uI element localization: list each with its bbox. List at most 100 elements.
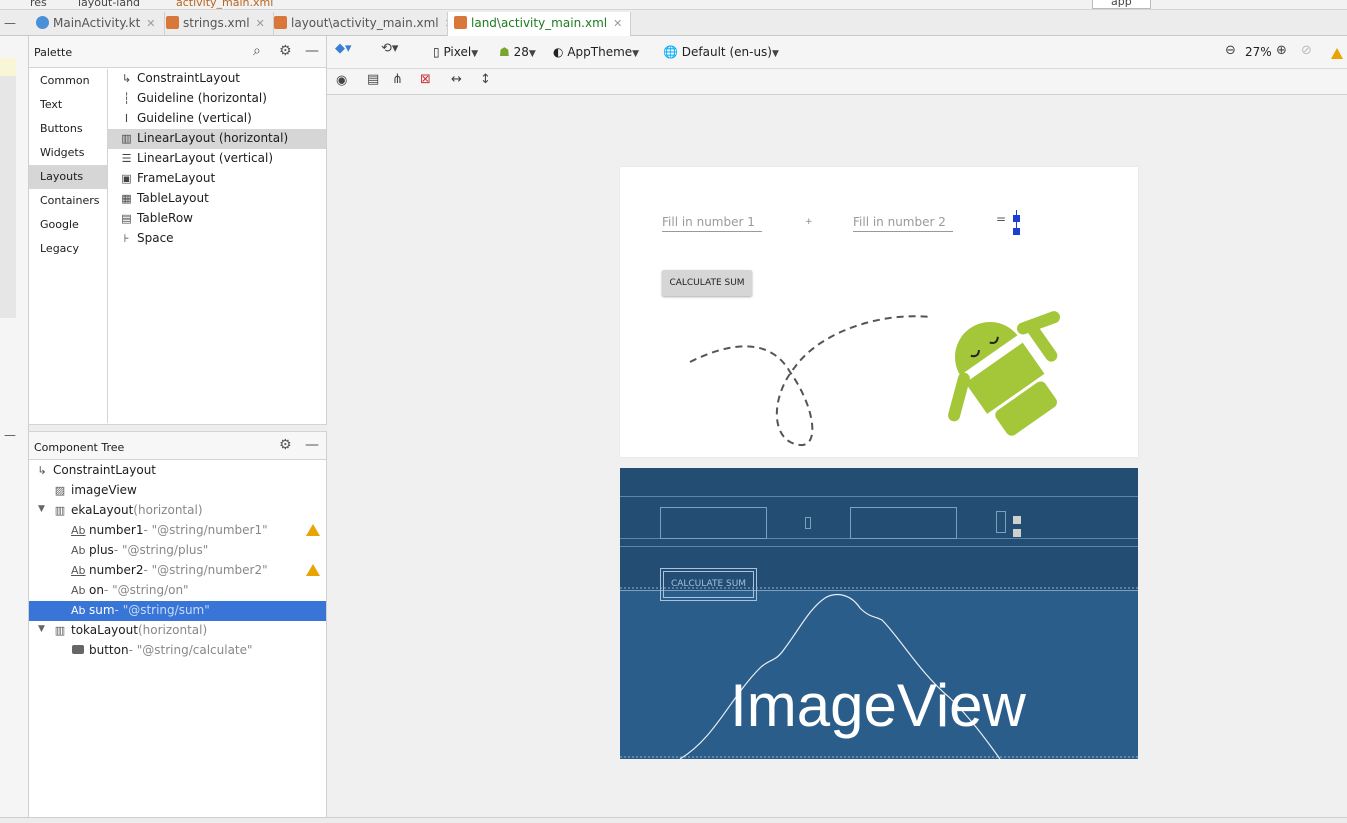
warning-icon[interactable] [1331,48,1343,59]
breadcrumb-layout-land[interactable]: layout-land [78,0,140,9]
tree-row-ref: - "@string/on" [103,583,189,597]
tree-row-button[interactable]: button- "@string/calculate" [29,641,326,661]
space-icon: ⊦ [123,232,130,245]
warning-icon[interactable] [306,524,320,536]
zoom-fit-icon[interactable]: ⊘ [1301,43,1312,58]
tree-row-number2[interactable]: Ab number2- "@string/number2" [29,561,326,581]
orientation-icon[interactable]: ⟲▾ [381,41,398,56]
palette-item-linearlayout-vertical[interactable]: ☰ LinearLayout (vertical) [108,149,326,169]
tree-row-constraintlayout[interactable]: ↳ ConstraintLayout [29,461,326,481]
tree-row-name: ConstraintLayout [53,463,157,477]
tree-row-name: ekaLayout [71,503,134,517]
close-icon[interactable]: ✕ [613,17,622,30]
gear-icon[interactable]: ⚙ [279,43,292,59]
textview-icon: Ab [71,544,86,557]
category-text[interactable]: Text [29,93,107,117]
palette-item-guideline-horizontal[interactable]: ┆ Guideline (horizontal) [108,89,326,109]
tree-row-tokalayout[interactable]: ▼ ▥ tokaLayout(horizontal) [29,621,326,641]
palette-categories: Common Text Buttons Widgets Layouts Cont… [29,69,108,423]
tree-row-plus[interactable]: Ab plus- "@string/plus" [29,541,326,561]
tab-mainactivity[interactable]: MainActivity.kt ✕ [30,12,165,36]
table-icon: ▦ [121,192,132,205]
palette-item-guideline-vertical[interactable]: Ⅰ Guideline (vertical) [108,109,326,129]
category-buttons[interactable]: Buttons [29,117,107,141]
zoom-in-icon[interactable]: ⊕ [1276,43,1287,58]
tree-row-ref: - "@string/number1" [143,523,268,537]
eye-icon[interactable]: ◉ [336,73,347,88]
palette-item-space[interactable]: ⊦ Space [108,229,326,249]
run-config-select[interactable]: app [1092,0,1151,9]
tree-row-sum[interactable]: Ab sum- "@string/sum" [29,601,326,621]
palette-item-tablelayout[interactable]: ▦ TableLayout [108,189,326,209]
design-toolbar: ◆▾ ⟲▾ ▯ Pixel▼ ☗ 28▼ ◐ AppTheme▼ 🌐 Defau… [327,36,1347,69]
xml-file-icon [454,16,467,29]
api-select[interactable]: ☗ 28▼ [499,45,536,59]
breadcrumb-file[interactable]: activity_main.xml [176,0,273,9]
expand-vertical-icon[interactable]: ↕ [480,72,491,87]
expand-horizontal-icon[interactable]: ↔ [451,72,462,87]
device-select[interactable]: ▯ Pixel▼ [433,45,478,59]
guideline-horizontal-icon: ┆ [123,92,130,105]
palette-item-tablerow[interactable]: ▤ TableRow [108,209,326,229]
category-legacy[interactable]: Legacy [29,237,107,261]
breadcrumb-res[interactable]: res [30,0,47,9]
item-label: TableRow [137,211,193,225]
palette-items: ↳ ConstraintLayout ┆ Guideline (horizontal… [108,69,326,249]
category-layouts[interactable]: Layouts [29,165,107,189]
category-containers[interactable]: Containers [29,189,107,213]
minimize-icon[interactable]: — [4,16,16,30]
xml-file-icon [274,16,287,29]
minimize-icon[interactable]: — [4,428,16,442]
palette-item-framelayout[interactable]: ▣ FrameLayout [108,169,326,189]
tree-row-ekalayout[interactable]: ▼ ▥ ekaLayout(horizontal) [29,501,326,521]
category-common[interactable]: Common [29,69,107,93]
close-icon[interactable]: ✕ [146,17,155,30]
item-label: Guideline (vertical) [137,111,252,125]
blueprint-preview[interactable]: CALCULATE SUM ImageView [620,468,1138,759]
chevron-down-icon[interactable]: ▼ [38,504,45,514]
kotlin-file-icon [36,16,49,29]
theme-select[interactable]: ◐ AppTheme▼ [553,45,639,59]
search-icon[interactable]: ⌕ [253,43,261,59]
tab-label: MainActivity.kt [53,16,141,30]
item-label: Space [137,231,174,245]
magnet-off-icon[interactable]: ⋔ [392,72,403,87]
category-widgets[interactable]: Widgets [29,141,107,165]
close-icon[interactable]: ✕ [256,17,265,30]
tab-strings[interactable]: strings.xml ✕ [160,12,274,36]
chevron-down-icon: ▼ [632,49,640,59]
warning-icon[interactable] [306,564,320,576]
tree-row-ref: - "@string/number2" [143,563,268,577]
layers-icon[interactable]: ◆▾ [335,41,352,56]
zoom-out-icon[interactable]: ⊖ [1225,43,1236,58]
tab-land-activity-main[interactable]: land\activity_main.xml ✕ [447,12,632,36]
gear-icon[interactable]: ⚙ [279,437,292,453]
xml-file-icon [166,16,179,29]
tree-row-number1[interactable]: Ab number1- "@string/number1" [29,521,326,541]
tree-row-ref: - "@string/sum" [114,603,210,617]
palette-item-constraintlayout[interactable]: ↳ ConstraintLayout [108,69,326,89]
blueprint-toggle-icon[interactable]: ▤ [367,72,379,87]
clear-constraints-icon[interactable]: ⊠ [420,72,431,87]
editor-tabs: — MainActivity.kt ✕ strings.xml ✕ layout\a… [0,10,1347,36]
design-canvas[interactable]: Fill in number 1 + Fill in number 2 = CA… [327,95,1347,817]
design-toolbar-secondary: ◉ ▤ ⋔ ⊠ ↔ ↕ [327,69,1347,95]
imageview-label: ImageView [730,672,1026,739]
design-preview[interactable]: Fill in number 1 + Fill in number 2 = CA… [620,167,1138,457]
category-google[interactable]: Google [29,213,107,237]
tree-row-ref: - "@string/calculate" [128,643,253,657]
minimize-icon[interactable]: — [305,43,319,59]
chevron-down-icon[interactable]: ▼ [38,624,45,634]
panel-splitter[interactable] [29,424,327,432]
theme-label: AppTheme [567,45,633,59]
minimize-icon[interactable]: — [305,437,319,453]
tree-row-on[interactable]: Ab on- "@string/on" [29,581,326,601]
highlight-strip [0,58,16,76]
tree-row-name: tokaLayout [71,623,138,637]
tab-layout-activity-main[interactable]: layout\activity_main.xml✕ [268,12,463,36]
dashed-flight-path [689,315,931,447]
component-tree-header: Component Tree ⚙ — [29,432,326,460]
tree-row-imageview[interactable]: ▨ imageView [29,481,326,501]
locale-select[interactable]: 🌐 Default (en-us)▼ [663,45,779,59]
palette-item-linearlayout-horizontal[interactable]: ▥ LinearLayout (horizontal) [108,129,326,149]
